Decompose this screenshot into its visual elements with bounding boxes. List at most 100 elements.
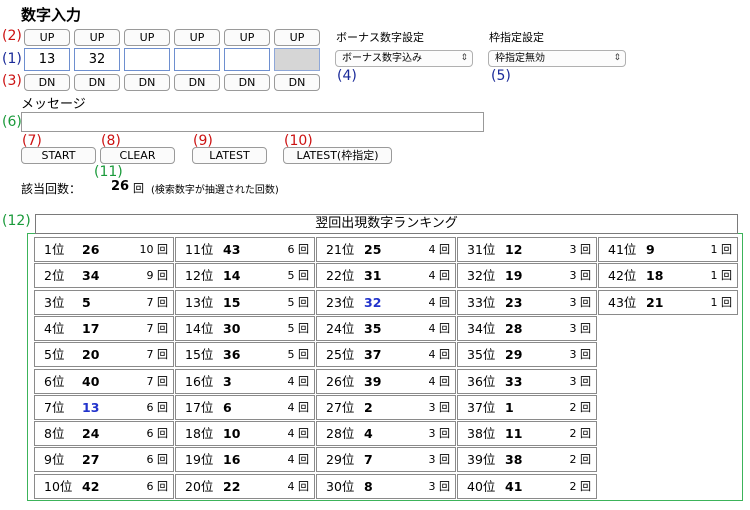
ranking-cell: 16位 3 4 回	[175, 368, 315, 394]
ranking-number: 4	[364, 426, 373, 442]
hit-count-note: (検索数字が抽選された回数)	[151, 185, 279, 196]
ranking-count: 6 回	[147, 396, 169, 419]
ranking-rank: 42位	[608, 268, 637, 284]
ranking-count-unit: 回	[298, 269, 309, 283]
ranking-cell: 36位 33 3 回	[457, 368, 597, 394]
clear-button[interactable]: CLEAR	[100, 147, 175, 164]
ranking-number: 39	[364, 373, 382, 389]
ranking-count: 6 回	[147, 475, 169, 498]
ranking-count-unit: 回	[298, 321, 309, 335]
ranking-count-value: 3	[569, 243, 577, 256]
number-input-5[interactable]	[224, 48, 270, 71]
ranking-cell: 4位 17 7 回	[34, 315, 174, 341]
ranking-count: 7 回	[147, 317, 169, 340]
ranking-number: 9	[646, 242, 655, 257]
ranking-count: 4 回	[288, 370, 310, 393]
ranking-count-unit: 回	[439, 321, 450, 335]
ranking-count-unit: 回	[157, 243, 168, 256]
ranking-count-unit: 回	[580, 374, 591, 388]
marker-4: (4)	[337, 68, 357, 84]
bonus-setting-select[interactable]: ボーナス数字込み ⇕	[335, 50, 473, 67]
ranking-rank: 40位	[467, 478, 496, 494]
ranking-title: 翌回出現数字ランキング	[35, 214, 738, 234]
ranking-cell: 2位 34 9 回	[34, 263, 174, 289]
ranking-count: 4 回	[288, 396, 310, 419]
up-button-1[interactable]: UP	[24, 29, 70, 46]
ranking-rank: 39位	[467, 452, 496, 468]
up-button-2[interactable]: UP	[74, 29, 120, 46]
ranking-count: 3 回	[429, 448, 451, 471]
ranking-rank: 35位	[467, 347, 496, 363]
number-input-3[interactable]	[124, 48, 170, 71]
ranking-count-unit: 回	[580, 453, 591, 467]
latest-frame-button[interactable]: LATEST(枠指定)	[283, 147, 392, 164]
ranking-count-value: 4	[287, 479, 295, 493]
start-button[interactable]: START	[21, 147, 96, 164]
ranking-number: 24	[82, 426, 100, 442]
latest-button[interactable]: LATEST	[192, 147, 267, 164]
dn-button-1[interactable]: DN	[24, 74, 70, 91]
dn-button-3[interactable]: DN	[124, 74, 170, 91]
message-field[interactable]	[21, 112, 484, 132]
ranking-count-value: 3	[569, 374, 577, 388]
ranking-rank: 6位	[44, 373, 65, 389]
ranking-rank: 18位	[185, 426, 214, 442]
ranking-number: 31	[364, 268, 382, 284]
ranking-rank: 14位	[185, 320, 214, 336]
number-input-4[interactable]	[174, 48, 220, 71]
dn-button-5[interactable]: DN	[224, 74, 270, 91]
ranking-number: 17	[82, 320, 100, 336]
frame-setting-label: 枠指定設定	[489, 31, 544, 44]
number-input-2[interactable]: 32	[74, 48, 120, 71]
frame-setting-select[interactable]: 枠指定無効 ⇕	[488, 50, 626, 67]
ranking-count-value: 4	[428, 295, 436, 309]
number-input-6[interactable]	[274, 48, 320, 71]
ranking-count-value: 2	[569, 479, 577, 493]
ranking-count-unit: 回	[439, 400, 450, 414]
ranking-count-unit: 回	[721, 269, 732, 283]
ranking-rank: 22位	[326, 268, 355, 284]
ranking-count: 2 回	[570, 422, 592, 445]
ranking-count-unit: 回	[298, 243, 309, 256]
ranking-cell: 10位 42 6 回	[34, 473, 174, 499]
ranking-cell: 41位 9 1 回	[598, 237, 738, 262]
ranking-cell: 31位 12 3 回	[457, 237, 597, 262]
ranking-count: 5 回	[288, 264, 310, 287]
ranking-number: 26	[82, 242, 100, 257]
ranking-cell: 17位 6 4 回	[175, 394, 315, 420]
ranking-rank: 16位	[185, 373, 214, 389]
dn-button-2[interactable]: DN	[74, 74, 120, 91]
bonus-setting-label: ボーナス数字設定	[336, 31, 424, 44]
ranking-number: 34	[82, 268, 100, 284]
up-button-3[interactable]: UP	[124, 29, 170, 46]
ranking-count: 3 回	[570, 370, 592, 393]
ranking-count-value: 6	[146, 453, 154, 467]
ranking-number: 27	[82, 452, 100, 468]
ranking-count-unit: 回	[439, 374, 450, 388]
ranking-rank: 9位	[44, 452, 65, 468]
ranking-count-unit: 回	[298, 295, 309, 309]
up-button-4[interactable]: UP	[174, 29, 220, 46]
ranking-count-unit: 回	[439, 427, 450, 441]
ranking-count-value: 4	[428, 243, 436, 256]
ranking-number: 33	[505, 373, 523, 389]
ranking-count-value: 4	[428, 348, 436, 362]
ranking-count-value: 2	[569, 400, 577, 414]
up-button-5[interactable]: UP	[224, 29, 270, 46]
ranking-cell: 12位 14 5 回	[175, 263, 315, 289]
ranking-number: 29	[505, 347, 523, 363]
number-input-1[interactable]: 13	[24, 48, 70, 71]
ranking-count-unit: 回	[721, 243, 732, 256]
up-button-6[interactable]: UP	[274, 29, 320, 46]
ranking-count-unit: 回	[298, 400, 309, 414]
ranking-count-value: 2	[569, 453, 577, 467]
dn-button-6[interactable]: DN	[274, 74, 320, 91]
dn-button-4[interactable]: DN	[174, 74, 220, 91]
ranking-count-unit: 回	[298, 427, 309, 441]
ranking-count: 3 回	[570, 317, 592, 340]
ranking-cell: 25位 37 4 回	[316, 342, 456, 368]
ranking-count: 2 回	[570, 448, 592, 471]
ranking-count-value: 5	[287, 295, 295, 309]
ranking-count-unit: 回	[439, 453, 450, 467]
ranking-cell: 26位 39 4 回	[316, 368, 456, 394]
